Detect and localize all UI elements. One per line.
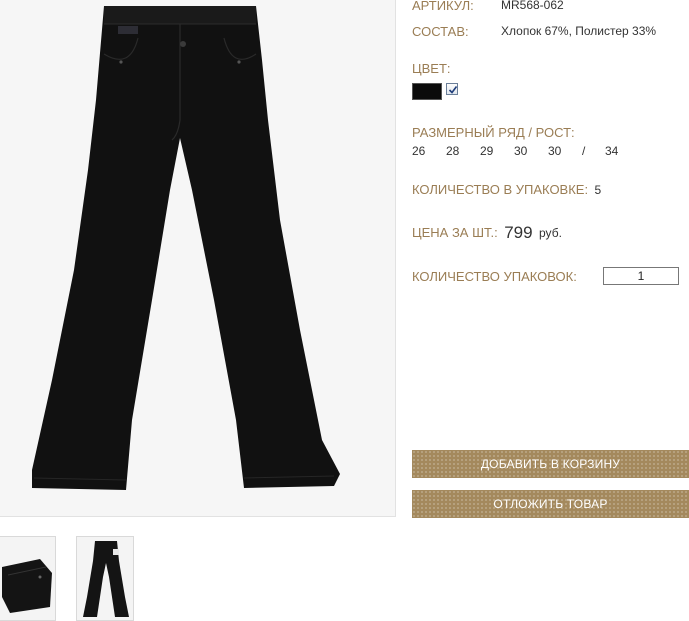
size-value: 34 [605,144,619,158]
composition-row: СОСТАВ: Хлопок 67%, Полистер 33% [412,23,656,41]
size-value: 30 [514,144,528,158]
size-value: 30 [548,144,562,158]
color-label: ЦВЕТ: [412,61,451,76]
composition-value: Хлопок 67%, Полистер 33% [501,24,657,38]
checkmark-icon [448,86,458,94]
price-row: ЦЕНА ЗА ШТ.: 799 руб. [412,223,562,243]
price-currency: руб. [539,226,562,240]
pack-quantity-row: КОЛИЧЕСТВО В УПАКОВКЕ: 5 [412,181,601,199]
add-to-cart-button[interactable]: ДОБАВИТЬ В КОРЗИНУ [412,450,689,478]
size-value: 26 [412,144,426,158]
size-value: 28 [446,144,460,158]
jeans-image [0,0,395,516]
packs-row: КОЛИЧЕСТВО УПАКОВОК: [412,268,577,286]
sizes-label: РАЗМЕРНЫЙ РЯД / РОСТ: [412,125,575,140]
price-label: ЦЕНА ЗА ШТ.: [412,225,498,240]
pack-quantity-value: 5 [594,183,602,197]
packs-quantity-input[interactable] [603,267,679,285]
packs-label: КОЛИЧЕСТВО УПАКОВОК: [412,269,577,284]
size-separator: / [582,144,586,158]
product-thumbnail[interactable] [0,536,56,621]
pack-quantity-label: КОЛИЧЕСТВО В УПАКОВКЕ: [412,182,589,197]
defer-item-button[interactable]: ОТЛОЖИТЬ ТОВАР [412,490,689,518]
product-main-image[interactable] [0,0,396,517]
jeans-full-thumbnail-image [77,537,133,620]
composition-label: СОСТАВ: [412,24,469,39]
product-thumbnail[interactable] [76,536,134,621]
sizes-row: РАЗМЕРНЫЙ РЯД / РОСТ: [412,124,575,142]
article-row: АРТИКУЛ: MR568-062 [412,0,564,15]
size-value: 29 [480,144,494,158]
color-swatch-black[interactable] [412,83,442,100]
color-checkbox[interactable] [446,83,458,95]
price-value: 799 [504,223,533,242]
jeans-folded-thumbnail-image [0,537,55,620]
product-page: АРТИКУЛ: MR568-062 СОСТАВ: Хлопок 67%, П… [0,0,689,621]
color-row: ЦВЕТ: [412,60,451,78]
article-value: MR568-062 [501,0,564,12]
article-label: АРТИКУЛ: [412,0,474,13]
